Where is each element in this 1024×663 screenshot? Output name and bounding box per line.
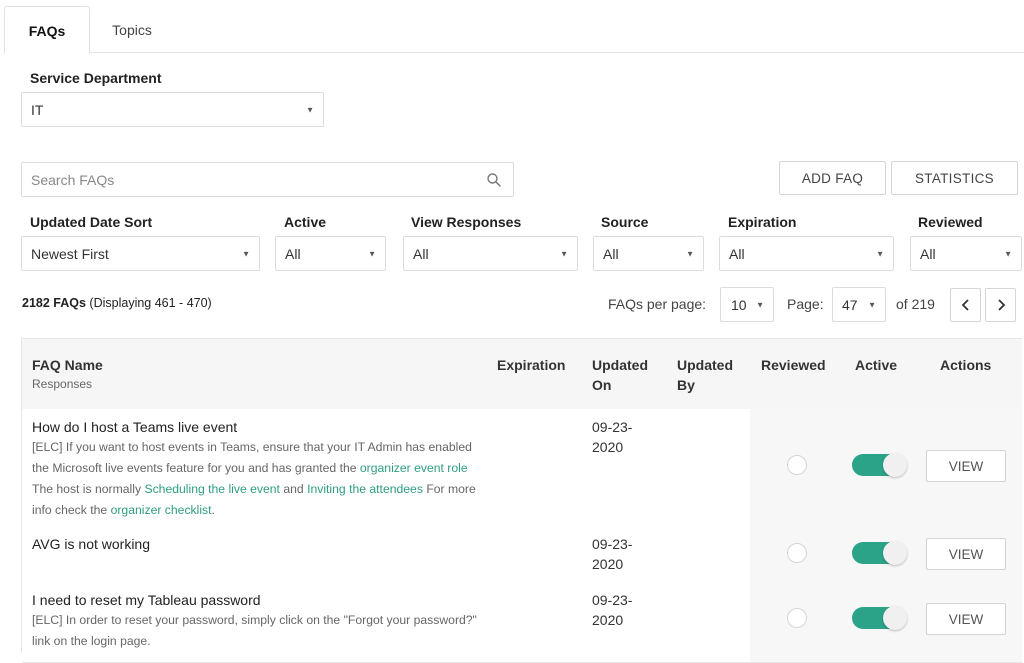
caret-down-icon: ▼ <box>368 249 376 258</box>
prev-page-button[interactable] <box>950 288 981 322</box>
header-expiration: Expiration <box>497 357 566 373</box>
tab-topics[interactable]: Topics <box>96 6 168 53</box>
reviewed-radio[interactable] <box>787 608 807 628</box>
view-button[interactable]: VIEW <box>926 450 1006 482</box>
header-actions: Actions <box>940 357 992 373</box>
faq-name: AVG is not working <box>32 536 151 552</box>
page-label: Page: <box>787 296 824 312</box>
per-page-label: FAQs per page: <box>608 296 707 312</box>
tab-faqs[interactable]: FAQs <box>4 6 90 54</box>
displaying-range: (Displaying 461 - 470) <box>89 296 212 310</box>
view-responses-select[interactable]: All ▼ <box>403 236 578 271</box>
header-faq-name: FAQ Name <box>32 357 103 373</box>
statistics-button[interactable]: STATISTICS <box>891 161 1018 195</box>
active-toggle[interactable] <box>852 541 907 565</box>
caret-down-icon: ▼ <box>242 249 250 258</box>
caret-down-icon: ▼ <box>1004 249 1012 258</box>
expiration-select[interactable]: All ▼ <box>719 236 894 271</box>
caret-down-icon: ▼ <box>560 249 568 258</box>
faq-name: How do I host a Teams live event <box>32 419 238 435</box>
faq-table: FAQ Name Responses Expiration Updated On… <box>21 338 1022 663</box>
updated-on: 09-23- 2020 <box>592 536 633 572</box>
caret-down-icon: ▼ <box>306 105 314 114</box>
chevron-right-icon <box>997 299 1005 311</box>
reviewed-radio[interactable] <box>787 455 807 475</box>
faq-count-summary: 2182 FAQs (Displaying 461 - 470) <box>22 296 212 310</box>
view-button[interactable]: VIEW <box>926 603 1006 635</box>
caret-down-icon: ▼ <box>756 300 764 309</box>
reviewed-select[interactable]: All ▼ <box>910 236 1022 271</box>
active-toggle[interactable] <box>852 606 907 630</box>
active-toggle[interactable] <box>852 453 907 477</box>
filter-label-reviewed: Reviewed <box>918 214 983 230</box>
search-input[interactable] <box>22 163 480 196</box>
header-reviewed: Reviewed <box>761 357 826 373</box>
search-icon[interactable] <box>486 172 502 188</box>
table-row: I need to reset my Tableau password [ELC… <box>22 582 1022 663</box>
per-page-select[interactable]: 10 ▼ <box>720 287 774 322</box>
updated-on: 09-23- 2020 <box>592 592 633 628</box>
faq-count: 2182 FAQs <box>22 296 86 310</box>
reviewed-radio[interactable] <box>787 543 807 563</box>
search-box <box>21 162 514 197</box>
link-scheduling-live-event[interactable]: Scheduling the live event <box>144 482 280 496</box>
service-department-label: Service Department <box>30 70 162 86</box>
header-active: Active <box>855 357 898 373</box>
tab-bar: FAQs Topics <box>0 0 1024 54</box>
filter-label-source: Source <box>601 214 649 230</box>
service-department-select[interactable]: IT ▼ <box>21 92 324 127</box>
source-select[interactable]: All ▼ <box>593 236 704 271</box>
chevron-left-icon <box>961 299 969 311</box>
active-select[interactable]: All ▼ <box>275 236 386 271</box>
faq-response: [ELC] In order to reset your password, s… <box>32 613 477 648</box>
link-inviting-attendees[interactable]: Inviting the attendees <box>307 482 423 496</box>
page-total: of 219 <box>896 296 935 312</box>
header-updated-by: Updated By <box>677 357 733 393</box>
filter-label-active: Active <box>284 214 327 230</box>
header-responses: Responses <box>32 377 93 391</box>
faq-name: I need to reset my Tableau password <box>32 592 261 608</box>
updated-on: 09-23- 2020 <box>592 419 633 455</box>
header-updated-on: Updated On <box>592 357 648 393</box>
add-faq-button[interactable]: ADD FAQ <box>779 161 886 195</box>
filter-label-expiration: Expiration <box>728 214 797 230</box>
next-page-button[interactable] <box>985 288 1016 322</box>
filter-label-updated-date-sort: Updated Date Sort <box>30 214 153 230</box>
filter-label-view-responses: View Responses <box>411 214 522 230</box>
caret-down-icon: ▼ <box>686 249 694 258</box>
updated-date-sort-select[interactable]: Newest First ▼ <box>21 236 260 271</box>
table-row: AVG is not working 09-23- 2020 VIEW <box>22 526 1022 583</box>
table-row: How do I host a Teams live event [ELC] I… <box>22 409 1022 527</box>
link-organizer-event-role[interactable]: organizer event role <box>360 461 468 475</box>
faq-response: [ELC] If you want to host events in Team… <box>32 440 476 517</box>
link-organizer-checklist[interactable]: organizer checklist <box>111 503 212 517</box>
page-select[interactable]: 47 ▼ <box>832 287 886 322</box>
view-button[interactable]: VIEW <box>926 538 1006 570</box>
caret-down-icon: ▼ <box>876 249 884 258</box>
caret-down-icon: ▼ <box>868 300 876 309</box>
table-header: FAQ Name Responses Expiration Updated On… <box>22 339 1022 410</box>
